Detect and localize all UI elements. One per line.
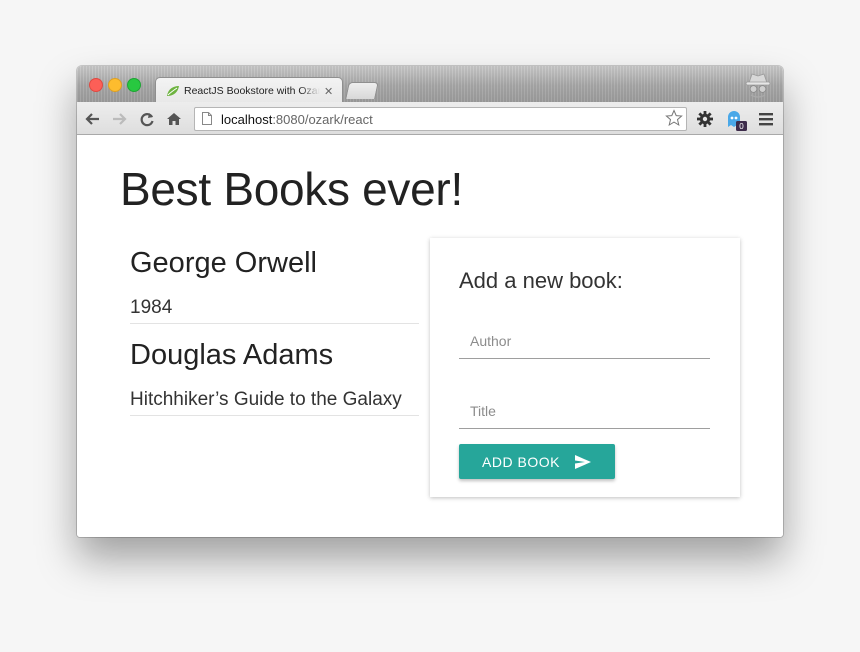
book-author: George Orwell xyxy=(130,247,317,279)
minimize-window-button[interactable] xyxy=(108,78,122,92)
close-icon[interactable]: ✕ xyxy=(324,85,333,98)
new-tab-button[interactable] xyxy=(345,82,379,99)
page-icon xyxy=(202,112,212,125)
close-window-button[interactable] xyxy=(89,78,103,92)
author-field xyxy=(459,328,710,359)
book-list-item: George Orwell 1984 xyxy=(130,243,419,324)
url-text: localhost:8080/ozark/react xyxy=(221,112,373,127)
star-icon[interactable] xyxy=(665,109,683,127)
add-book-button-label: ADD BOOK xyxy=(482,453,560,470)
back-icon[interactable] xyxy=(85,111,101,127)
title-bar: ReactJS Bookstore with Ozark ✕ xyxy=(77,66,783,103)
maximize-window-button[interactable] xyxy=(127,78,141,92)
page-content: Best Books ever! George Orwell 1984 Doug… xyxy=(77,135,783,537)
incognito-icon xyxy=(745,73,771,98)
title-field xyxy=(459,398,710,429)
url-path: :8080/ozark/react xyxy=(272,112,373,127)
page-title: Best Books ever! xyxy=(120,163,463,215)
ghost-extension-icon[interactable]: 0 xyxy=(725,109,749,131)
book-author: Douglas Adams xyxy=(130,339,334,371)
tab-title: ReactJS Bookstore with Ozark xyxy=(184,85,320,97)
browser-tab[interactable]: ReactJS Bookstore with Ozark ✕ xyxy=(155,77,343,103)
forward-icon[interactable] xyxy=(111,111,127,127)
spring-leaf-icon xyxy=(167,86,179,96)
browser-toolbar: localhost:8080/ozark/react 0 xyxy=(77,102,783,135)
book-list-item: Douglas Adams Hitchhiker’s Guide to the … xyxy=(130,335,419,416)
add-book-card: Add a new book: ADD BOOK xyxy=(430,238,740,497)
browser-window: ReactJS Bookstore with Ozark ✕ localhost… xyxy=(77,66,783,537)
title-input[interactable] xyxy=(459,403,700,419)
add-book-button[interactable]: ADD BOOK xyxy=(459,444,615,479)
send-icon xyxy=(574,454,591,469)
gear-icon[interactable] xyxy=(696,110,714,128)
reload-icon[interactable] xyxy=(139,111,155,127)
url-host: localhost xyxy=(221,112,273,127)
menu-icon[interactable] xyxy=(757,110,775,128)
book-title: 1984 xyxy=(130,297,173,318)
home-icon[interactable] xyxy=(166,111,182,127)
author-input[interactable] xyxy=(459,333,700,349)
add-book-heading: Add a new book: xyxy=(459,268,623,293)
address-bar[interactable]: localhost:8080/ozark/react xyxy=(194,107,687,131)
extension-badge: 0 xyxy=(739,122,744,131)
book-title: Hitchhiker’s Guide to the Galaxy xyxy=(130,389,402,410)
